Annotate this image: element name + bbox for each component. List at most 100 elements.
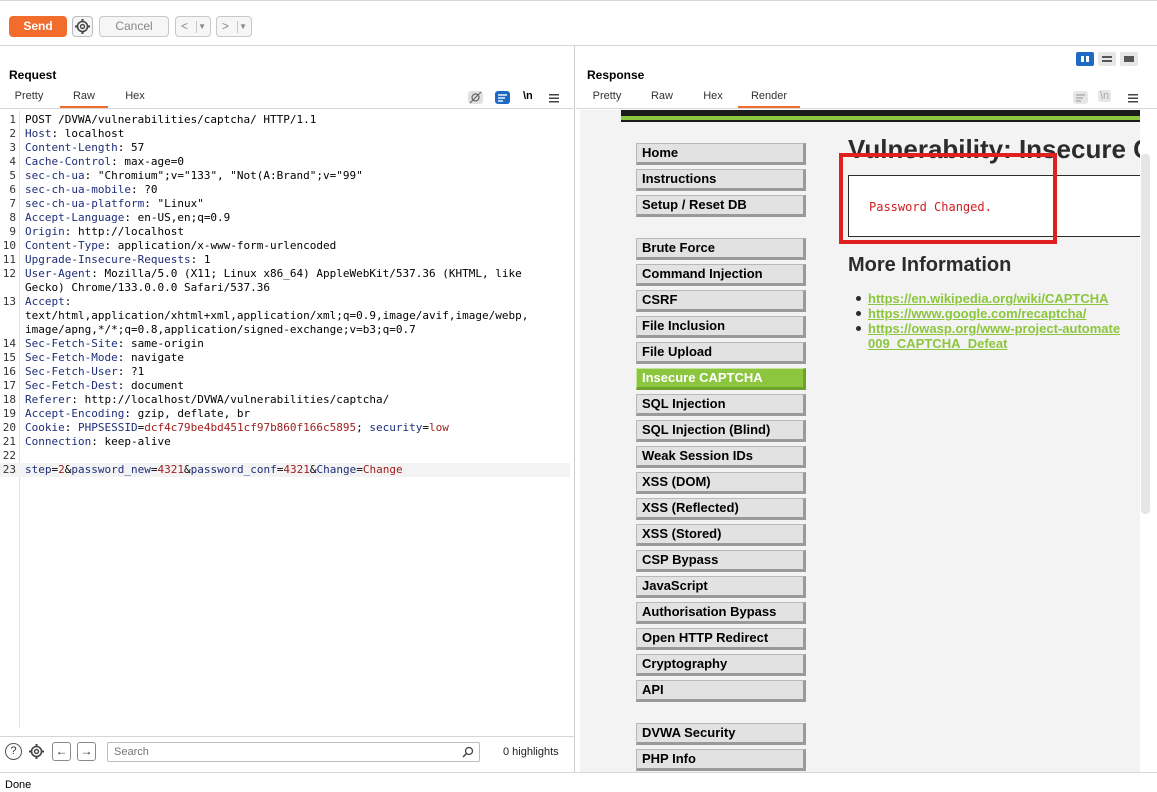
header-key: sec-ch-ua-mobile [25,183,131,196]
code-token: : "Chromium";v="133", "Not(A:Brand";v="9… [84,169,363,182]
line-number: 3 [9,141,16,154]
menu-item-setup-reset-db[interactable]: Setup / Reset DB [636,195,806,217]
menu-item-javascript[interactable]: JavaScript [636,576,806,598]
wrap-icon[interactable] [494,90,511,105]
arrow-right-icon[interactable]: → [77,742,96,761]
tab-hex[interactable]: Hex [693,90,733,108]
scrollbar[interactable] [1141,154,1150,514]
header-key: Cache-Control [25,155,112,168]
forward-button[interactable]: > ▼ [216,16,252,37]
menu-item-xss-dom[interactable]: XSS (DOM) [636,472,806,494]
link-owasp[interactable]: https://owasp.org/www-project-automate [856,321,1120,336]
tab-pretty[interactable]: Pretty [584,90,630,108]
menu-item-sql-injection[interactable]: SQL Injection [636,394,806,416]
code-token: : ?0 [130,183,158,196]
code-text: text/html,application/xhtml+xml,applicat… [25,309,528,323]
tab-render[interactable]: Render [738,90,800,108]
send-button[interactable]: Send [9,16,67,37]
menu-item-open-http-redirect[interactable]: Open HTTP Redirect [636,628,806,650]
code-text: step=2&password_new=4321&password_conf=4… [25,463,403,477]
bullet [856,296,861,301]
code-text: sec-ch-ua-mobile: ?0 [25,183,157,197]
menu-item-command-injection[interactable]: Command Injection [636,264,806,286]
menu-item-xss-stored[interactable]: XSS (Stored) [636,524,806,546]
code-line: 18 Referer: http://localhost/DVWA/vulnera… [0,393,570,407]
menu-item-xss-reflected[interactable]: XSS (Reflected) [636,498,806,520]
menu-item-file-upload[interactable]: File Upload [636,342,806,364]
menu-icon[interactable] [1127,92,1139,104]
code-line: 2 Host: localhost [0,127,570,141]
menu-item-instructions[interactable]: Instructions [636,169,806,191]
help-icon[interactable]: ? [5,743,22,760]
layout-split-icon[interactable] [1076,52,1094,66]
layout-single-icon[interactable] [1120,52,1138,66]
code-text: Accept: [25,295,71,309]
code-token: : ?1 [117,365,145,378]
code-token: POST /DVWA/vulnerabilities/captcha/ HTTP… [25,113,317,126]
menu-icon[interactable] [548,92,560,104]
code-text: Content-Length: 57 [25,141,144,155]
code-token: ; [356,421,370,434]
code-line: 1 POST /DVWA/vulnerabilities/captcha/ HTT… [0,113,570,127]
menu-item-brute-force[interactable]: Brute Force [636,238,806,260]
back-button[interactable]: < ▼ [175,16,211,37]
search-input[interactable] [107,742,480,762]
code-line: 15 Sec-Fetch-Mode: navigate [0,351,570,365]
code-token: : 57 [117,141,145,154]
newline-toggle[interactable]: \n [1098,90,1112,102]
code-token: : en-US,en;q=0.9 [124,211,231,224]
menu-item-home[interactable]: Home [636,143,806,165]
code-token: : 1 [190,253,211,266]
highlights-count: 0 highlights [503,746,559,758]
link-text: https://en.wikipedia.org/wiki/CAPTCHA [868,291,1109,306]
arrow-left-icon[interactable]: ← [52,742,71,761]
header-key: Content-Length [25,141,118,154]
menu-item-authorisation-bypass[interactable]: Authorisation Bypass [636,602,806,624]
hide-icon[interactable] [467,90,484,105]
code-text: Host: localhost [25,127,124,141]
header-key: Content-Type [25,239,105,252]
menu-item-api[interactable]: API [636,680,806,702]
tab-pretty[interactable]: Pretty [6,90,52,108]
header-key: PHPSESSID [78,421,138,434]
code-token: : localhost [51,127,125,140]
tab-hex[interactable]: Hex [115,90,155,108]
settings-button[interactable] [72,16,93,37]
newline-toggle[interactable]: \n [523,90,533,102]
code-line: text/html,application/xhtml+xml,applicat… [0,309,570,323]
line-number: 8 [9,211,16,224]
line-number: 21 [2,435,16,448]
divider [237,21,238,33]
param-value: 4321 [157,463,184,476]
menu-item-dvwa-security[interactable]: DVWA Security [636,723,806,745]
menu-item-cryptography[interactable]: Cryptography [636,654,806,676]
param-value: low [429,421,449,434]
menu-item-csrf[interactable]: CSRF [636,290,806,312]
link-owasp-continued[interactable]: 009_CAPTCHA_Defeat [868,336,1007,351]
menu-item-sql-injection-blind[interactable]: SQL Injection (Blind) [636,420,806,442]
chevron-down-icon[interactable]: ▼ [239,17,247,36]
more-info-heading: More Information [848,254,1012,276]
tab-raw[interactable]: Raw [60,90,108,108]
gear-icon[interactable] [27,742,46,761]
highlight-annotation [839,153,1057,244]
menu-item-csp-bypass[interactable]: CSP Bypass [636,550,806,572]
link-wikipedia[interactable]: https://en.wikipedia.org/wiki/CAPTCHA [856,291,1109,306]
cancel-button[interactable]: Cancel [99,16,169,37]
wrap-icon[interactable] [1072,90,1089,105]
code-token: = [356,463,363,476]
menu-item-file-inclusion[interactable]: File Inclusion [636,316,806,338]
tab-raw[interactable]: Raw [642,90,682,108]
header-key: Change [316,463,357,476]
menu-item-insecure-captcha[interactable]: Insecure CAPTCHA [636,368,806,390]
request-editor[interactable]: 1 POST /DVWA/vulnerabilities/captcha/ HTT… [0,111,575,728]
menu-item-php-info[interactable]: PHP Info [636,749,806,771]
header-key: password_conf [190,463,277,476]
chevron-down-icon[interactable]: ▼ [198,17,206,36]
layout-rows-icon[interactable] [1098,52,1116,66]
menu-item-weak-session-ids[interactable]: Weak Session IDs [636,446,806,468]
header-key: Accept-Language [25,211,125,224]
code-line: 12 User-Agent: Mozilla/5.0 (X11; Linux x8… [0,267,570,281]
code-line: 5 sec-ch-ua: "Chromium";v="133", "Not(A:B… [0,169,570,183]
link-recaptcha[interactable]: https://www.google.com/recaptcha/ [856,306,1086,321]
